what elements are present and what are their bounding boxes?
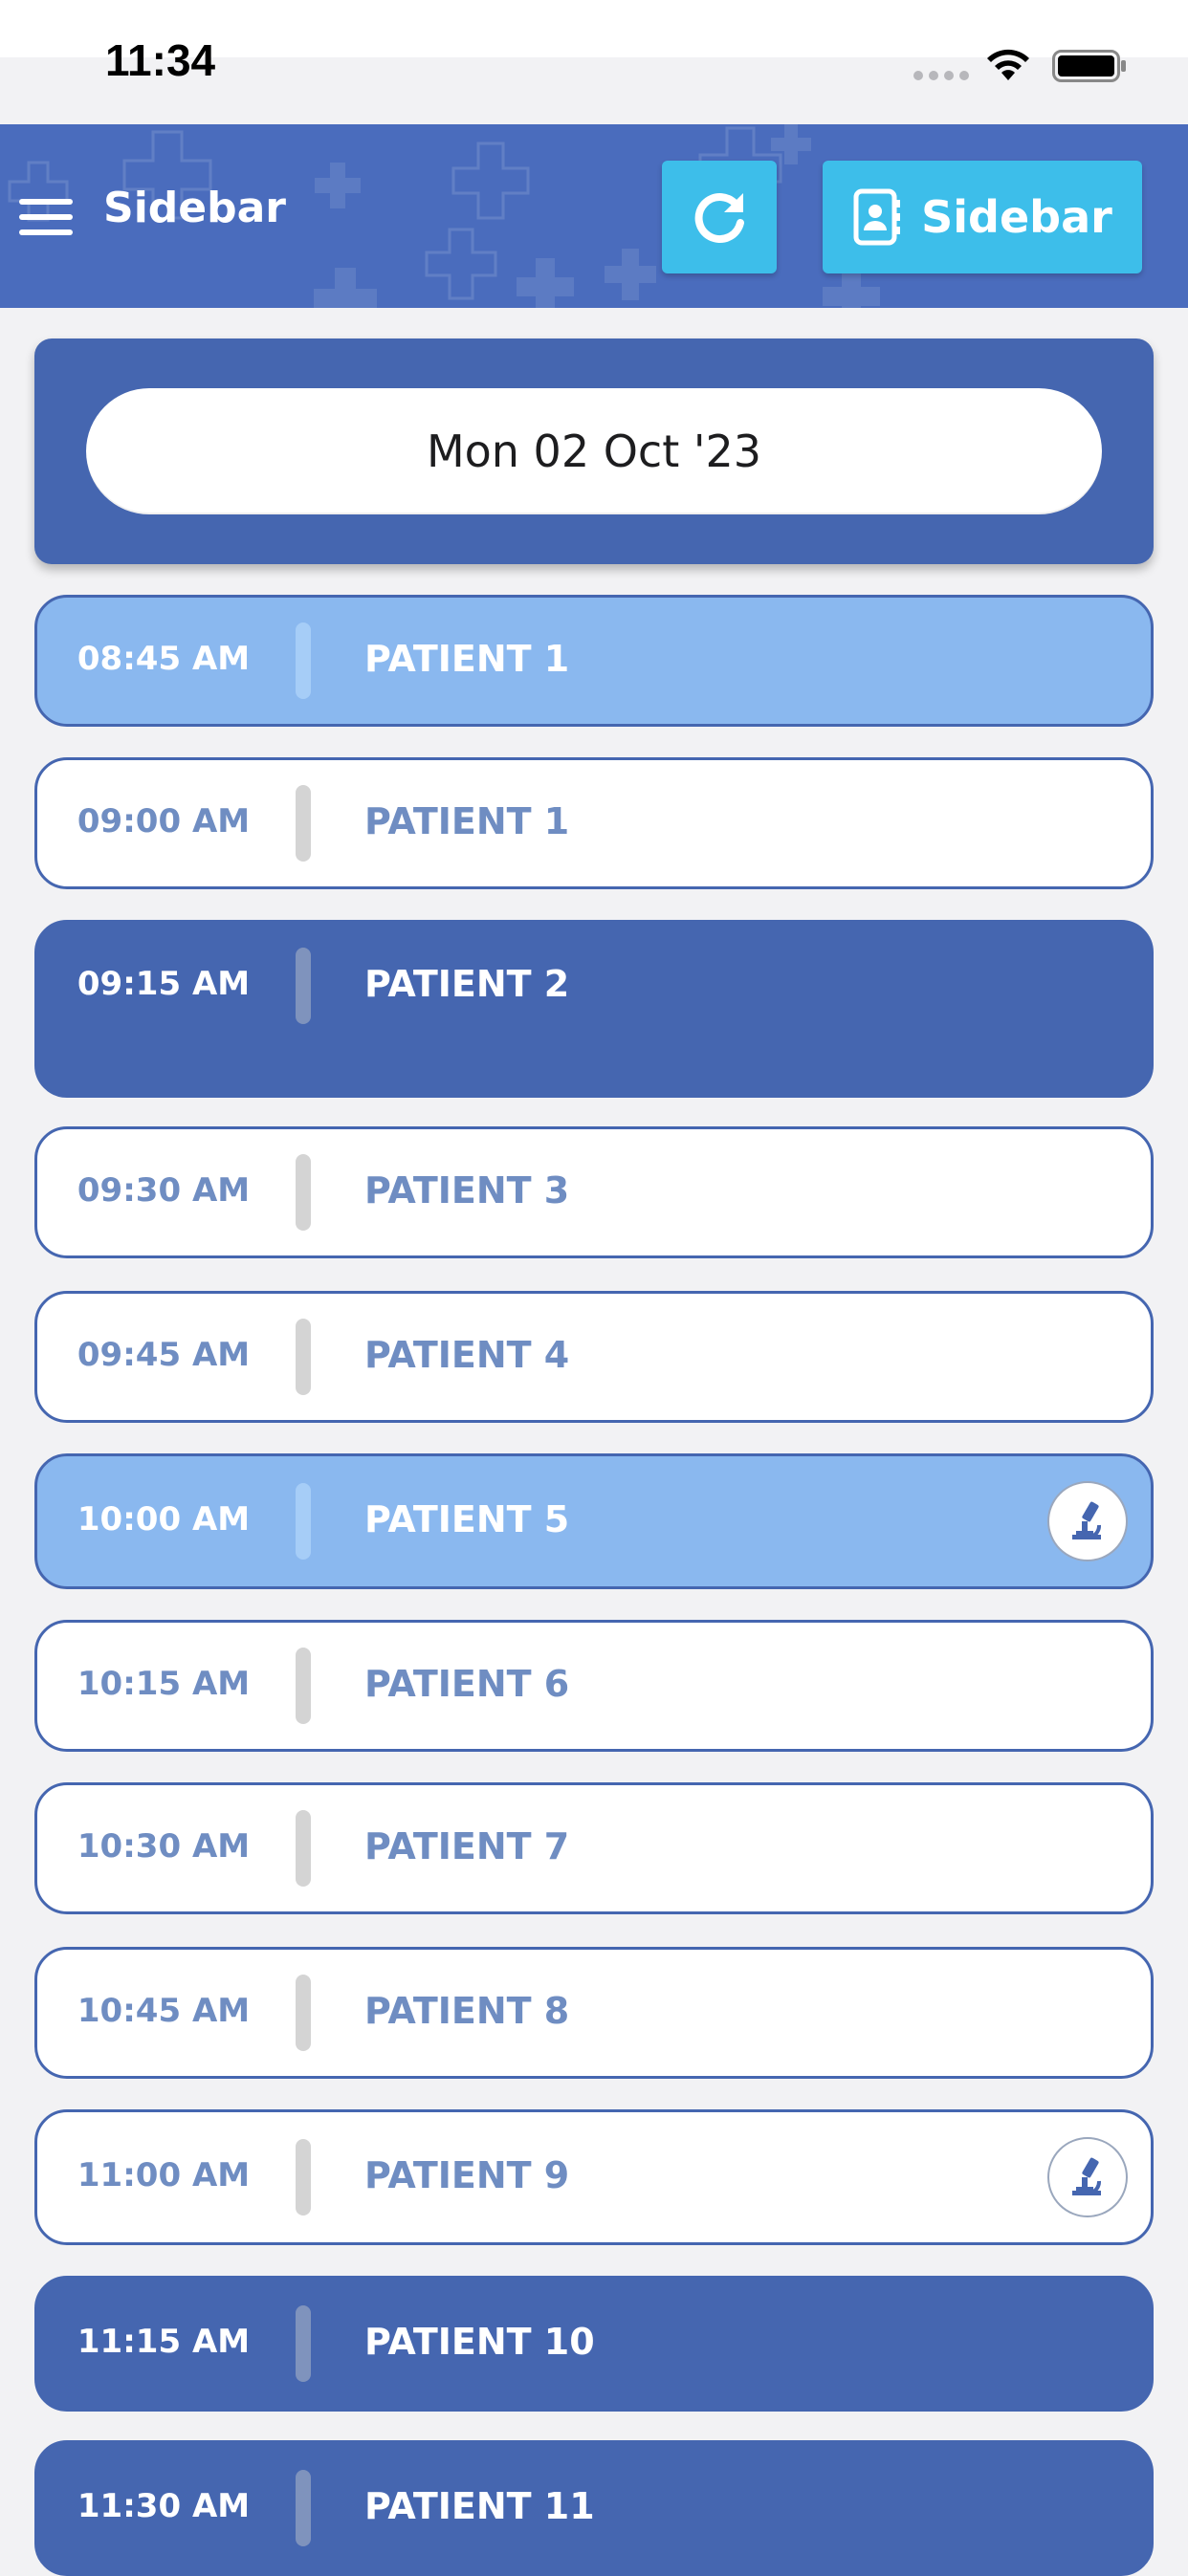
- appointment-divider: [296, 1483, 311, 1560]
- patient-name: PATIENT 10: [364, 2321, 595, 2363]
- appointment-divider: [296, 2470, 311, 2546]
- appointment-row[interactable]: 11:30 AM PATIENT 11: [34, 2440, 1154, 2576]
- battery-icon: [1052, 50, 1126, 82]
- appointment-divider: [296, 785, 311, 862]
- appointment-divider: [296, 1319, 311, 1395]
- appointment-row[interactable]: 08:45 AM PATIENT 1: [34, 595, 1154, 727]
- microscope-icon: [1072, 1501, 1101, 1539]
- appointment-time: 11:15 AM: [77, 2323, 251, 2361]
- appointment-time: 10:30 AM: [77, 1827, 251, 1866]
- appointment-row[interactable]: 09:00 AM PATIENT 1: [34, 757, 1154, 889]
- lab-test-button[interactable]: [1047, 1481, 1128, 1561]
- appointment-row[interactable]: 11:00 AM PATIENT 9: [34, 2109, 1154, 2245]
- status-time: 11:34: [105, 35, 216, 85]
- appointment-time: 11:00 AM: [77, 2156, 251, 2194]
- appointment-row[interactable]: 11:15 AM PATIENT 10: [34, 2276, 1154, 2412]
- appointment-time: 08:45 AM: [77, 640, 251, 678]
- menu-button[interactable]: [19, 199, 73, 237]
- contact-book-icon: [853, 188, 901, 246]
- appointment-time: 09:30 AM: [77, 1171, 251, 1210]
- date-selector[interactable]: Mon 02 Oct '23: [86, 388, 1102, 514]
- patient-name: PATIENT 7: [364, 1825, 570, 1867]
- patient-name: PATIENT 4: [364, 1334, 570, 1376]
- patient-name: PATIENT 11: [364, 2485, 595, 2527]
- appointment-divider: [296, 1975, 311, 2051]
- wifi-icon: [987, 49, 1029, 80]
- appointment-row[interactable]: 09:30 AM PATIENT 3: [34, 1126, 1154, 1258]
- appointment-divider: [296, 948, 311, 1024]
- appointment-time: 10:45 AM: [77, 1992, 251, 2030]
- patient-name: PATIENT 1: [364, 800, 570, 842]
- microscope-icon: [1072, 2157, 1101, 2195]
- sidebar-button-label: Sidebar: [921, 191, 1112, 243]
- appointment-time: 10:00 AM: [77, 1500, 251, 1539]
- refresh-button[interactable]: [662, 161, 777, 273]
- appointment-row[interactable]: 09:45 AM PATIENT 4: [34, 1291, 1154, 1423]
- header-title: Sidebar: [103, 184, 286, 232]
- appointment-divider: [296, 1154, 311, 1231]
- date-card: Mon 02 Oct '23: [34, 338, 1154, 564]
- appointment-divider: [296, 2139, 311, 2216]
- app-header: Sidebar Sidebar: [0, 124, 1188, 308]
- appointment-time: 09:45 AM: [77, 1336, 251, 1374]
- appointment-time: 10:15 AM: [77, 1665, 251, 1703]
- appointment-time: 11:30 AM: [77, 2487, 251, 2525]
- patient-name: PATIENT 8: [364, 1990, 570, 2032]
- refresh-icon: [694, 193, 744, 243]
- appointment-divider: [296, 622, 311, 699]
- sidebar-button[interactable]: Sidebar: [823, 161, 1142, 273]
- appointment-row[interactable]: 10:15 AM PATIENT 6: [34, 1620, 1154, 1752]
- lab-test-button[interactable]: [1047, 2137, 1128, 2217]
- appointment-divider: [296, 2305, 311, 2382]
- patient-name: PATIENT 6: [364, 1663, 570, 1705]
- appointment-row[interactable]: 10:00 AM PATIENT 5: [34, 1453, 1154, 1589]
- patient-name: PATIENT 2: [364, 963, 570, 1005]
- cellular-signal-icon: [913, 71, 969, 80]
- appointment-time: 09:15 AM: [77, 965, 251, 1003]
- appointment-divider: [296, 1648, 311, 1724]
- patient-name: PATIENT 1: [364, 638, 570, 680]
- appointment-divider: [296, 1810, 311, 1887]
- patient-name: PATIENT 9: [364, 2154, 570, 2196]
- appointment-row[interactable]: 09:15 AM PATIENT 2: [34, 920, 1154, 1098]
- appointment-row[interactable]: 10:30 AM PATIENT 7: [34, 1782, 1154, 1914]
- appointment-row[interactable]: 10:45 AM PATIENT 8: [34, 1947, 1154, 2079]
- appointment-time: 09:00 AM: [77, 802, 251, 840]
- patient-name: PATIENT 3: [364, 1169, 570, 1212]
- patient-name: PATIENT 5: [364, 1498, 570, 1540]
